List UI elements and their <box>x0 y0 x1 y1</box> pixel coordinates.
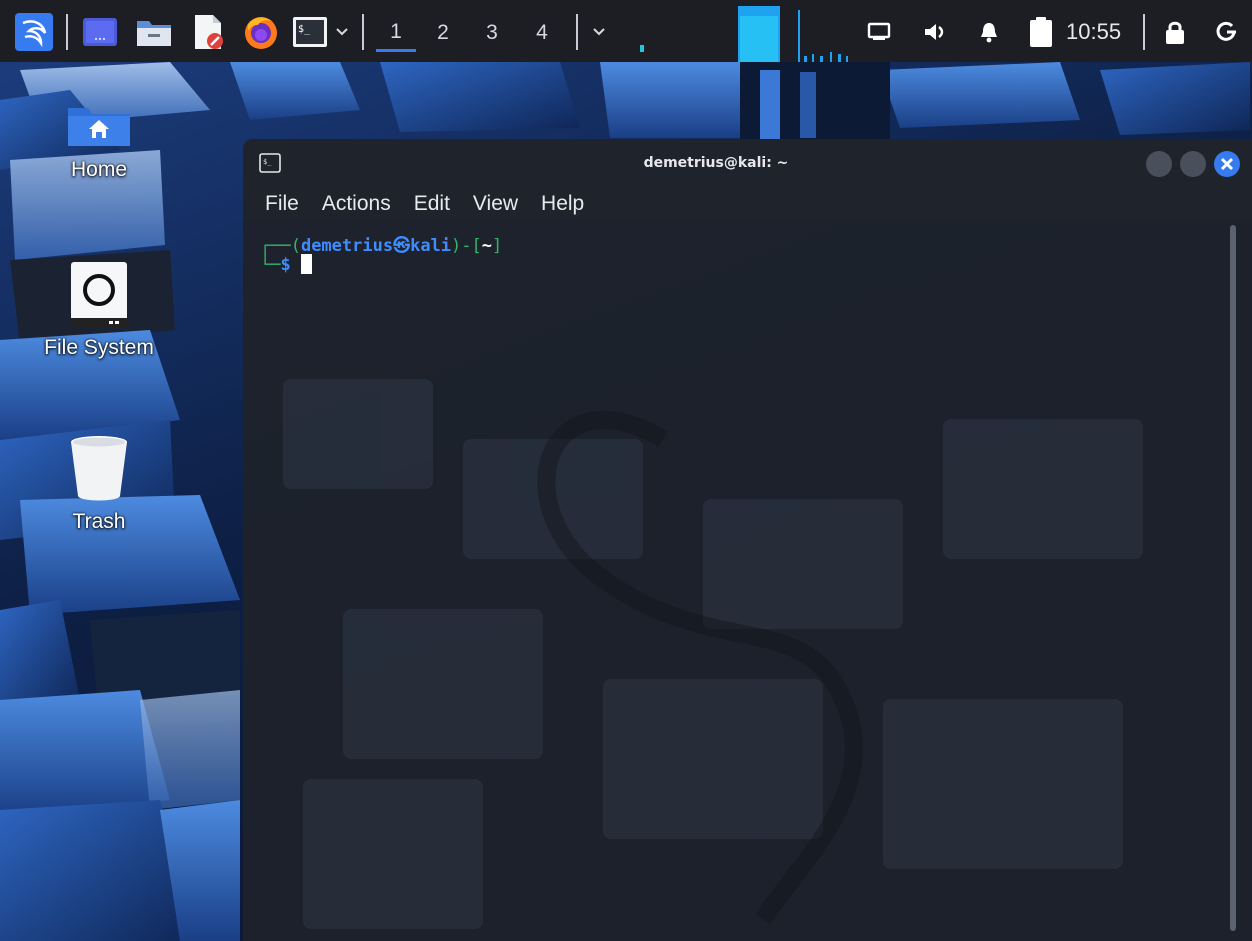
top-panel: $_ 1 2 3 4 10:55 <box>0 0 1252 62</box>
volume-control[interactable] <box>920 12 950 52</box>
desktop-icon-label: Trash <box>72 510 126 533</box>
terminal-output[interactable]: ┌──(demetrius㉿kali)-[~] └─$ <box>243 221 1223 941</box>
close-button[interactable] <box>1214 151 1240 177</box>
lock-screen-button[interactable] <box>1160 12 1190 52</box>
network-graph[interactable] <box>738 6 858 62</box>
workspace-label: 1 <box>390 19 402 43</box>
text-cursor <box>300 254 312 274</box>
terminal-launcher-dropdown[interactable] <box>332 12 352 52</box>
notifications-button[interactable] <box>974 12 1004 52</box>
firefox-icon <box>245 17 277 49</box>
kali-menu-icon <box>15 13 53 51</box>
menu-view[interactable]: View <box>473 192 518 216</box>
menu-edit[interactable]: Edit <box>414 192 450 216</box>
notification-bell-icon <box>981 23 997 43</box>
logout-button[interactable] <box>1212 12 1242 52</box>
prompt-at-symbol: ㉿ <box>393 236 411 256</box>
terminal-title: demetrius@kali: ~ <box>643 155 789 171</box>
close-icon <box>1220 157 1234 171</box>
workspace-label: 2 <box>437 21 449 44</box>
prompt-header-line: ┌──(demetrius㉿kali)-[~] <box>260 236 503 256</box>
prompt-cwd: ~ <box>481 236 492 256</box>
chevron-down-icon <box>593 28 605 36</box>
network-icon <box>867 22 891 40</box>
terminal-scrollbar[interactable] <box>1230 225 1236 931</box>
panel-clock[interactable]: 10:55 <box>1066 14 1121 50</box>
network-graph-icon <box>738 6 848 62</box>
workspace-label: 3 <box>486 21 498 44</box>
menu-help[interactable]: Help <box>541 192 584 216</box>
workspace-4-button[interactable]: 4 <box>522 14 562 52</box>
terminal-window[interactable]: $_ demetrius@kali: ~ File Actions Edit V… <box>243 139 1252 941</box>
window-list-dropdown[interactable] <box>588 12 610 52</box>
lock-icon <box>1166 21 1184 44</box>
desktop-icon-home[interactable]: Home <box>24 104 174 182</box>
desktop-icon-label: Home <box>70 158 128 181</box>
power-icon <box>1216 21 1236 41</box>
desktop-icon-file-system[interactable]: File System <box>24 260 174 360</box>
cpu-graph-icon <box>640 45 644 52</box>
file-manager-icon <box>137 21 171 46</box>
trash-icon <box>71 436 127 501</box>
minimize-button[interactable] <box>1146 151 1172 177</box>
workspace-3-button[interactable]: 3 <box>472 14 512 52</box>
terminal-menubar: File Actions Edit View Help <box>243 187 1252 221</box>
desktop-icon-label: File System <box>44 336 154 359</box>
cpu-graph[interactable] <box>630 12 650 52</box>
clipboard-manager[interactable] <box>1026 12 1056 52</box>
terminal-titlebar[interactable]: $_ demetrius@kali: ~ <box>243 139 1252 187</box>
show-desktop-button[interactable] <box>80 12 120 52</box>
desktop-icon-trash[interactable]: Trash <box>24 434 174 534</box>
drive-icon <box>71 262 127 328</box>
terminal-icon: $_ <box>293 17 327 47</box>
workspace-preview-icon <box>83 18 117 46</box>
terminal-launcher[interactable]: $_ <box>290 12 330 52</box>
menu-file[interactable]: File <box>265 192 299 216</box>
firefox-launcher[interactable] <box>240 12 282 52</box>
prompt-symbol: $ <box>280 255 291 275</box>
workspace-1-button[interactable]: 1 <box>376 14 416 52</box>
text-editor-icon <box>195 15 223 49</box>
home-folder-icon <box>68 108 130 146</box>
chevron-down-icon <box>336 28 348 36</box>
prompt-host: kali <box>410 236 452 256</box>
maximize-button[interactable] <box>1180 151 1206 177</box>
file-manager-launcher[interactable] <box>134 12 174 52</box>
text-editor-launcher[interactable] <box>188 12 228 52</box>
workspace-2-button[interactable]: 2 <box>423 14 463 52</box>
svg-text:$_: $_ <box>298 24 311 35</box>
kali-menu-button[interactable] <box>14 12 54 52</box>
menu-actions[interactable]: Actions <box>322 192 391 216</box>
clipboard-icon <box>1030 17 1052 47</box>
workspace-label: 4 <box>536 21 548 44</box>
volume-icon <box>925 24 944 40</box>
prompt-user: demetrius <box>300 236 394 256</box>
network-indicator[interactable] <box>864 12 894 52</box>
prompt-input-line: └─$ <box>260 254 312 275</box>
